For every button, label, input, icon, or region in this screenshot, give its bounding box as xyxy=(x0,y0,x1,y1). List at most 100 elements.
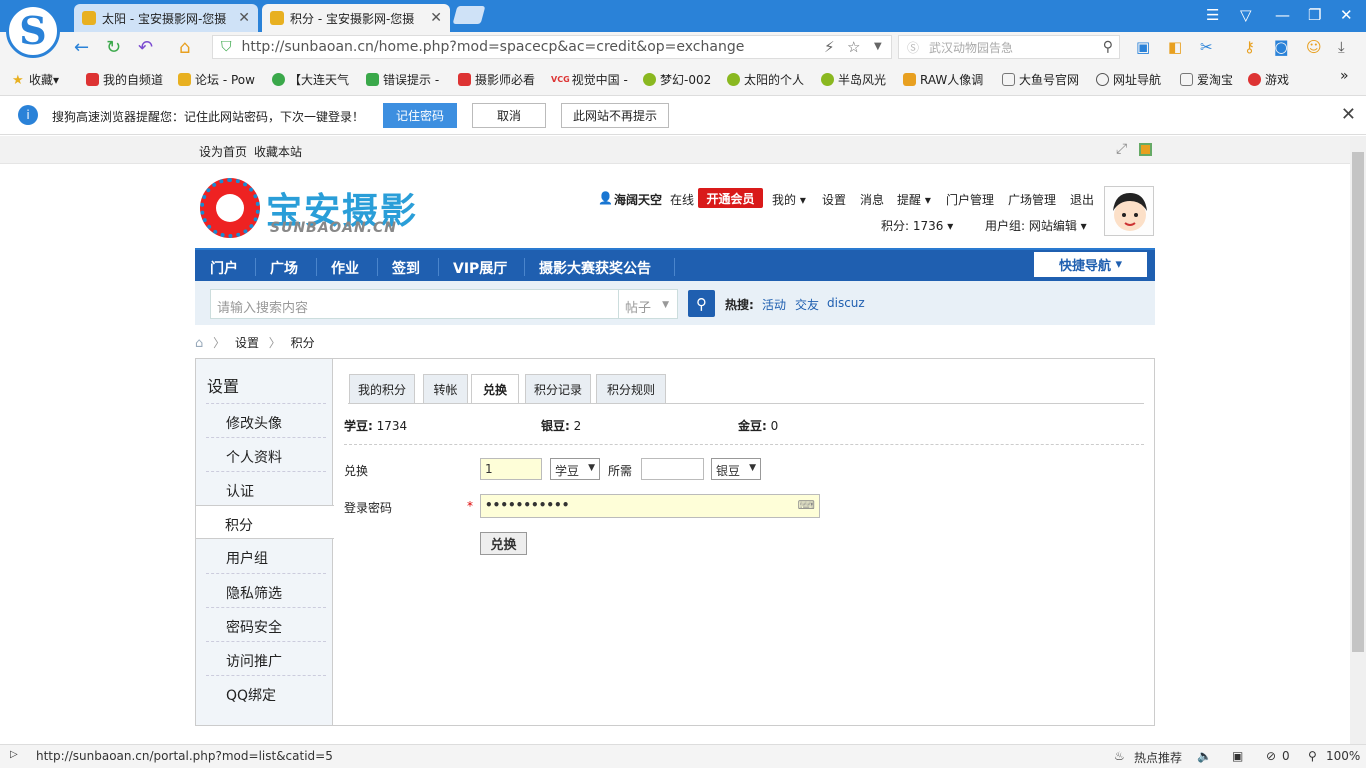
sidebar-toggle-icon[interactable]: ▷ xyxy=(10,749,18,760)
set-homepage-link[interactable]: 设为首页 xyxy=(199,143,247,160)
home-icon[interactable]: ⌂ xyxy=(179,37,190,58)
sidebar-item-profile[interactable]: 个人资料 xyxy=(206,437,326,471)
zoom-icon[interactable]: ◙ xyxy=(1274,38,1289,56)
hot-search-link[interactable]: 活动 xyxy=(762,296,786,313)
search-icon[interactable]: ⚲ xyxy=(1103,39,1113,55)
exchange-amount-input[interactable]: 1 xyxy=(480,458,542,480)
new-tab-button[interactable] xyxy=(452,6,486,24)
reminders-menu[interactable]: 提醒 ▾ xyxy=(897,191,931,208)
nav-contest-results[interactable]: 摄影大赛获奖公告 xyxy=(539,258,651,278)
tab-transfer[interactable]: 转帐 xyxy=(423,374,468,403)
my-menu[interactable]: 我的 ▾ xyxy=(772,191,806,208)
tab-taiyang[interactable]: 太阳 - 宝安摄影网-您摄 ✕ xyxy=(74,4,258,32)
sidebar-item-usergroup[interactable]: 用户组 xyxy=(206,539,326,573)
sound-icon[interactable]: 🔈 xyxy=(1197,749,1212,763)
tab-credit-log[interactable]: 积分记录 xyxy=(525,374,591,403)
breadcrumb-settings[interactable]: 设置 xyxy=(235,336,259,350)
skin-icon[interactable]: ▽ xyxy=(1240,6,1252,24)
hot-icon[interactable]: ♨ xyxy=(1114,749,1125,763)
messages-link[interactable]: 消息 xyxy=(860,191,884,208)
more-bookmarks-icon[interactable]: » xyxy=(1340,68,1349,84)
login-password-input[interactable]: ••••••••••• ⌨ xyxy=(480,494,820,518)
window-close-icon[interactable]: ✕ xyxy=(1340,6,1353,24)
search-input[interactable]: Ⓢ 武汉动物园告急 ⚲ xyxy=(898,35,1120,59)
avatar[interactable] xyxy=(1104,186,1154,236)
need-amount-input[interactable] xyxy=(641,458,704,480)
translate-icon[interactable]: ▣ xyxy=(1136,38,1150,56)
usergroup-menu[interactable]: 用户组: 网站编辑 ▾ xyxy=(985,217,1087,234)
download-icon[interactable]: ⤓ xyxy=(1338,38,1345,56)
remember-password-button[interactable]: 记住密码 xyxy=(383,103,457,128)
home-icon[interactable]: ⌂ xyxy=(195,336,203,351)
bookmark-item[interactable]: 爱淘宝 xyxy=(1180,71,1233,88)
exchange-submit-button[interactable]: 兑换 xyxy=(480,532,527,555)
back-icon[interactable]: ← xyxy=(74,37,89,58)
refresh-icon[interactable]: ↻ xyxy=(106,37,121,58)
hot-search-link[interactable]: discuz xyxy=(827,296,865,310)
sidebar-item-verify[interactable]: 认证 xyxy=(206,471,326,505)
nav-vip-gallery[interactable]: VIP展厅 xyxy=(453,258,507,278)
minimize-icon[interactable]: — xyxy=(1275,6,1290,24)
nav-portal[interactable]: 门户 xyxy=(210,258,238,278)
breadcrumb-credits[interactable]: 积分 xyxy=(291,336,315,350)
sidebar-item-privacy[interactable]: 隐私筛选 xyxy=(206,573,326,607)
page-scrollbar[interactable] xyxy=(1350,136,1366,744)
bookmark-site-link[interactable]: 收藏本站 xyxy=(254,143,302,160)
bookmark-favorites[interactable]: ★ 收藏 ▾ xyxy=(12,71,59,89)
url-field[interactable]: ⛉ http://sunbaoan.cn/home.php?mod=spacec… xyxy=(212,35,892,59)
bookmark-item[interactable]: 摄影师必看 xyxy=(458,71,535,88)
undo-icon[interactable]: ↶ xyxy=(138,37,153,58)
scrollbar-thumb[interactable] xyxy=(1352,152,1364,652)
close-icon[interactable]: ✕ xyxy=(430,10,442,26)
theme-icon[interactable] xyxy=(1139,143,1152,156)
plaza-admin-link[interactable]: 广场管理 xyxy=(1008,191,1056,208)
quick-nav-button[interactable]: 快捷导航 ▾ xyxy=(1034,252,1147,277)
nav-checkin[interactable]: 签到 xyxy=(392,258,420,278)
chevron-down-icon[interactable]: ▼ xyxy=(874,41,882,52)
username-link[interactable]: 海阔天空 xyxy=(614,191,662,208)
bookmark-item[interactable]: RAW人像调 xyxy=(903,71,983,88)
tab-credits[interactable]: 积分 - 宝安摄影网-您摄 ✕ xyxy=(262,4,450,32)
site-logo-icon[interactable] xyxy=(200,178,260,238)
keyboard-icon[interactable]: ⌨ xyxy=(798,498,815,512)
zoom-level[interactable]: 100% xyxy=(1326,749,1360,763)
sidebar-item-password[interactable]: 密码安全 xyxy=(206,607,326,641)
cancel-button[interactable]: 取消 xyxy=(472,103,546,128)
portal-admin-link[interactable]: 门户管理 xyxy=(946,191,994,208)
bookmark-item[interactable]: 论坛 - Pow xyxy=(178,71,255,88)
bookmark-item[interactable]: 错误提示 - xyxy=(366,71,439,88)
bookmark-item[interactable]: 游戏 xyxy=(1248,71,1289,88)
sidebar-icon[interactable]: ◧ xyxy=(1168,38,1182,56)
maximize-icon[interactable]: ❐ xyxy=(1308,6,1321,24)
credits-menu[interactable]: 积分: 1736 ▾ xyxy=(881,217,953,234)
scissors-icon[interactable]: ✂ xyxy=(1200,38,1213,56)
tab-credit-rules[interactable]: 积分规则 xyxy=(596,374,666,403)
sidebar-item-qq[interactable]: QQ绑定 xyxy=(206,675,326,709)
tab-exchange[interactable]: 兑换 xyxy=(471,374,519,404)
sidebar-item-credits[interactable]: 积分 xyxy=(196,505,334,539)
key-icon[interactable]: ⚷ xyxy=(1244,38,1255,56)
search-type-select[interactable]: 帖子 ▼ xyxy=(618,289,678,319)
hot-search-link[interactable]: 交友 xyxy=(795,296,819,313)
block-icon[interactable]: ⊘ xyxy=(1266,749,1276,763)
bookmark-item[interactable]: 网址导航 xyxy=(1096,71,1161,88)
menu-icon[interactable]: ☰ xyxy=(1206,6,1219,24)
logout-link[interactable]: 退出 xyxy=(1070,191,1094,208)
settings-link[interactable]: 设置 xyxy=(822,191,846,208)
site-search-input[interactable]: 请输入搜索内容 xyxy=(210,289,620,319)
close-icon[interactable]: ✕ xyxy=(1341,104,1356,125)
bookmark-item[interactable]: 我的自频道 xyxy=(86,71,163,88)
bookmark-item[interactable]: VCG 视觉中国 - xyxy=(551,71,628,88)
bookmark-item[interactable]: 大鱼号官网 xyxy=(1002,71,1079,88)
to-unit-select[interactable]: 银豆 xyxy=(711,458,761,480)
bookmark-item[interactable]: 太阳的个人 xyxy=(727,71,804,88)
speed-icon[interactable]: ⚡ xyxy=(824,38,835,56)
sidebar-item-promotion[interactable]: 访问推广 xyxy=(206,641,326,675)
zoom-icon[interactable]: ⚲ xyxy=(1308,749,1317,763)
bookmark-item[interactable]: 【大连天气 xyxy=(272,71,349,88)
bookmark-item[interactable]: 半岛风光 xyxy=(821,71,886,88)
star-icon[interactable]: ☆ xyxy=(847,38,860,56)
nav-plaza[interactable]: 广场 xyxy=(270,258,298,278)
sidebar-item-avatar[interactable]: 修改头像 xyxy=(206,403,326,437)
tab-my-credits[interactable]: 我的积分 xyxy=(349,374,415,403)
